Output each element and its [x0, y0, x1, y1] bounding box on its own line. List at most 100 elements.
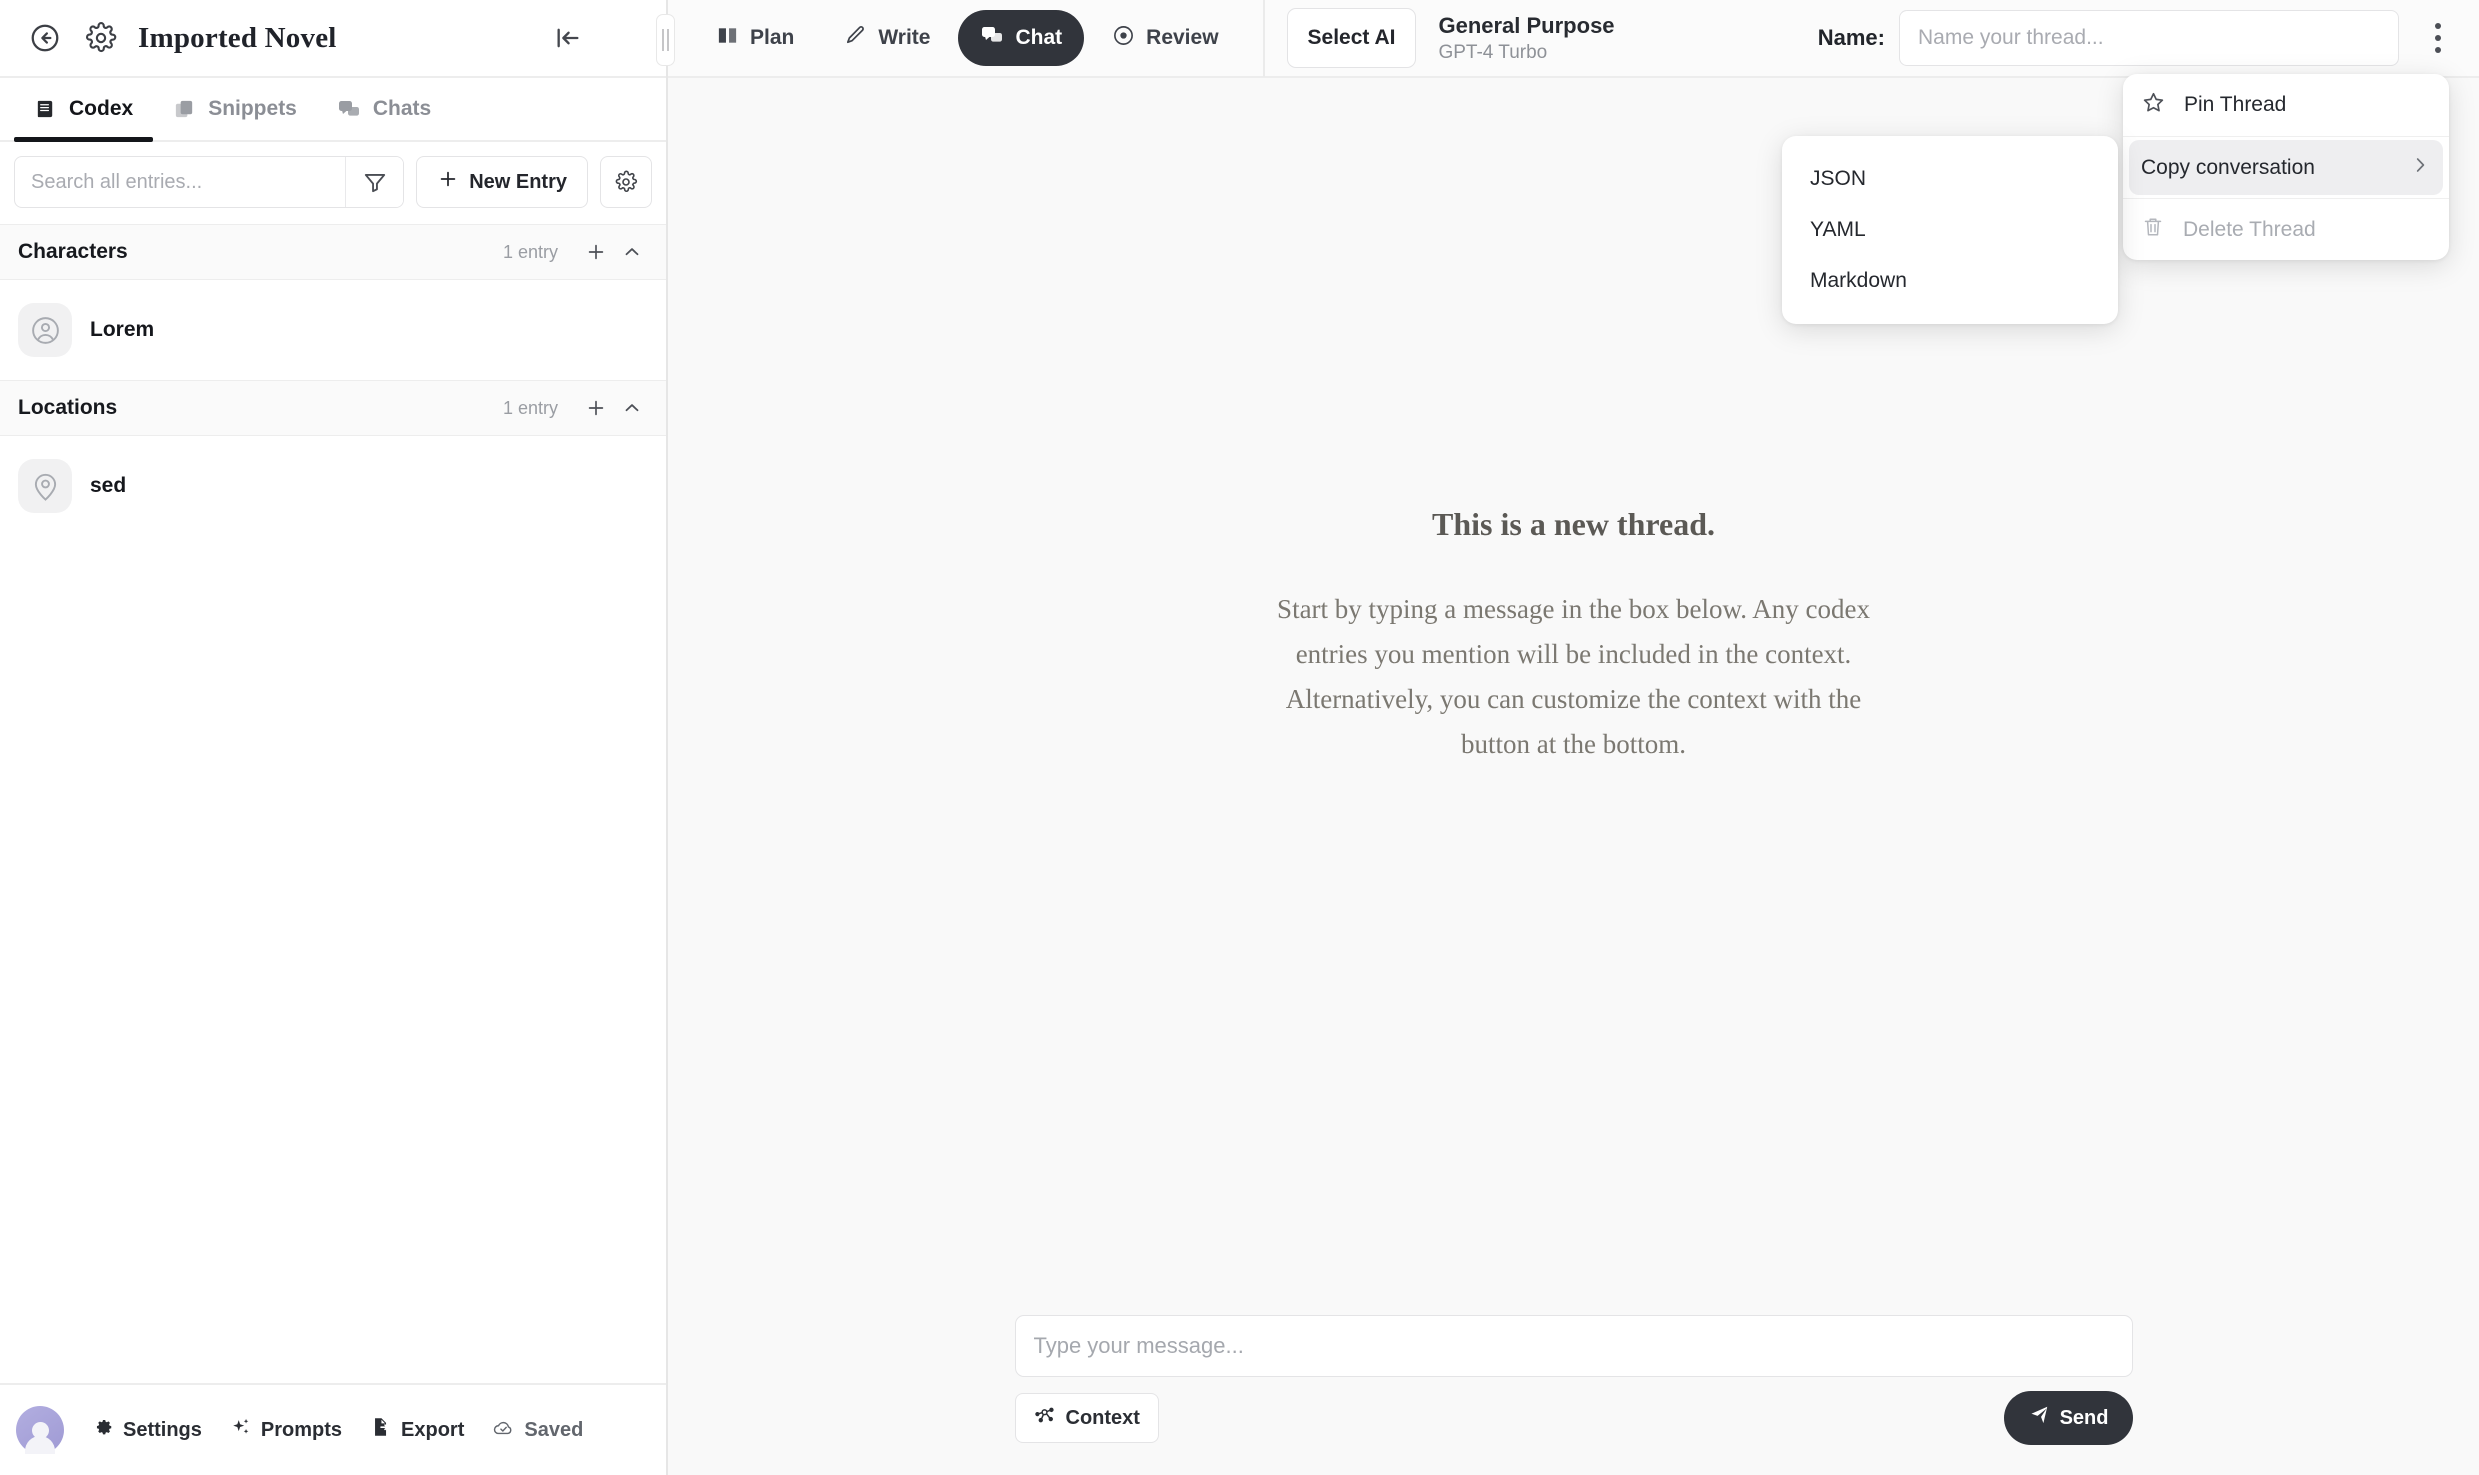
export-label: Export: [401, 1418, 465, 1441]
tab-plan[interactable]: Plan: [694, 10, 816, 66]
funnel-icon[interactable]: [345, 157, 404, 207]
plus-icon[interactable]: [580, 236, 612, 268]
sidebar-search-row: New Entry: [0, 142, 666, 224]
book-open-icon: [716, 24, 739, 53]
sidebar-header: Imported Novel: [0, 0, 675, 78]
empty-thread-state: This is a new thread. Start by typing a …: [668, 78, 2479, 1315]
sidebar: Imported Novel Codex Snippets Chats Sear…: [0, 0, 675, 1475]
mode-tabs: Plan Write Chat Review: [694, 10, 1241, 66]
message-input[interactable]: [1014, 1315, 2133, 1377]
export-button[interactable]: Export: [360, 1408, 474, 1452]
send-button[interactable]: Send: [2003, 1391, 2133, 1445]
back-arrow-icon[interactable]: [22, 15, 68, 61]
prompts-label: Prompts: [260, 1418, 343, 1441]
star-icon: [2141, 90, 2166, 121]
thread-context-menu: Pin Thread Copy conversation Delete Thre…: [2123, 74, 2449, 260]
submenu-item-yaml[interactable]: YAML: [1782, 210, 2118, 250]
copy-conversation-submenu: JSON YAML Markdown: [1782, 136, 2118, 324]
settings-label: Settings: [123, 1418, 202, 1441]
chevron-up-icon[interactable]: [616, 392, 648, 424]
chat-bubbles-icon: [980, 23, 1004, 53]
copy-icon: [173, 98, 196, 121]
chevron-right-icon: [2409, 154, 2431, 182]
list-item-label: Lorem: [90, 318, 155, 341]
trash-icon: [2141, 215, 2165, 245]
menu-item-delete-thread: Delete Thread: [2123, 198, 2449, 260]
search-input[interactable]: [15, 157, 346, 207]
plus-icon: [437, 168, 459, 196]
submenu-item-markdown[interactable]: Markdown: [1782, 261, 2118, 301]
menu-item-pin-thread[interactable]: Pin Thread: [2123, 74, 2449, 136]
settings-button[interactable]: Settings: [82, 1408, 212, 1452]
sidebar-tab-label: Codex: [69, 97, 134, 120]
list-item[interactable]: Lorem: [0, 280, 666, 380]
thread-name-input[interactable]: [1899, 10, 2399, 66]
tab-review[interactable]: Review: [1090, 10, 1240, 66]
search-container: [14, 156, 405, 208]
book-icon: [34, 98, 57, 121]
eye-icon: [1112, 24, 1135, 53]
top-toolbar: Plan Write Chat Review Select AI General…: [668, 0, 2479, 78]
chat-bubbles-icon: [337, 97, 361, 121]
codex-entry-list: Characters 1 entry Lorem Locations 1 ent…: [0, 224, 666, 1383]
saved-label: Saved: [524, 1418, 584, 1441]
thread-name-label: Name:: [1817, 25, 1885, 50]
new-entry-button[interactable]: New Entry: [416, 156, 588, 208]
sidebar-tab-label: Chats: [372, 97, 432, 120]
toolbar-divider: [1262, 0, 1265, 77]
tab-label: Review: [1146, 26, 1219, 49]
map-pin-icon: [18, 459, 72, 513]
sidebar-tab-snippets[interactable]: Snippets: [153, 78, 317, 140]
list-item[interactable]: sed: [0, 436, 666, 536]
tab-write[interactable]: Write: [822, 10, 952, 66]
sparkles-icon: [230, 1416, 252, 1444]
context-label: Context: [1065, 1406, 1140, 1429]
sidebar-resize-handle[interactable]: [656, 14, 675, 66]
sidebar-tab-chats[interactable]: Chats: [317, 78, 451, 140]
sidebar-footer: Settings Prompts Export Saved: [0, 1383, 666, 1475]
menu-item-label: Copy conversation: [2141, 155, 2315, 179]
page-title: Imported Novel: [138, 21, 337, 54]
context-button[interactable]: Context: [1014, 1393, 1159, 1443]
cloud-check-icon: [492, 1416, 515, 1445]
select-ai-button[interactable]: Select AI: [1286, 8, 1417, 68]
list-item-label: sed: [90, 474, 127, 497]
collapse-left-icon[interactable]: [548, 18, 588, 58]
main-panel: Plan Write Chat Review Select AI General…: [668, 0, 2479, 1475]
tab-chat[interactable]: Chat: [958, 10, 1085, 66]
pencil-icon: [844, 24, 867, 53]
sidebar-tab-codex[interactable]: Codex: [14, 78, 154, 142]
sidebar-tabs: Codex Snippets Chats: [0, 78, 666, 142]
sidebar-tab-label: Snippets: [208, 97, 297, 120]
menu-item-label: Pin Thread: [2184, 93, 2287, 116]
tab-label: Chat: [1015, 26, 1063, 49]
gear-icon: [92, 1416, 114, 1444]
saved-button[interactable]: Saved: [482, 1408, 593, 1453]
avatar[interactable]: [16, 1406, 64, 1454]
tab-label: Plan: [750, 26, 795, 49]
codex-settings-gear-icon[interactable]: [600, 156, 652, 208]
prompts-button[interactable]: Prompts: [220, 1408, 352, 1452]
group-header-locations[interactable]: Locations 1 entry: [0, 380, 666, 436]
menu-item-label: Delete Thread: [2183, 217, 2316, 241]
menu-item-copy-conversation[interactable]: Copy conversation: [2123, 136, 2449, 198]
new-entry-label: New Entry: [469, 170, 567, 193]
group-count: 1 entry: [502, 397, 558, 418]
group-header-characters[interactable]: Characters 1 entry: [0, 224, 666, 280]
file-export-icon: [370, 1416, 392, 1444]
tab-label: Write: [878, 26, 931, 49]
chevron-up-icon[interactable]: [616, 236, 648, 268]
submenu-item-json[interactable]: JSON: [1782, 159, 2118, 199]
network-nodes-icon: [1034, 1404, 1056, 1432]
ai-model-name: GPT-4 Turbo: [1438, 41, 1548, 63]
thread-name-group: Name:: [1818, 10, 2479, 66]
gear-icon[interactable]: [78, 15, 124, 61]
group-name: Locations: [18, 396, 118, 419]
ai-model-info: General Purpose GPT-4 Turbo: [1438, 13, 1614, 64]
empty-state-text: Start by typing a message in the box bel…: [1277, 594, 1870, 759]
more-vertical-icon[interactable]: [2413, 10, 2463, 66]
user-circle-icon: [18, 303, 72, 357]
paper-plane-icon: [2028, 1404, 2050, 1432]
plus-icon[interactable]: [580, 392, 612, 424]
composer: Context Send: [668, 1315, 2479, 1475]
